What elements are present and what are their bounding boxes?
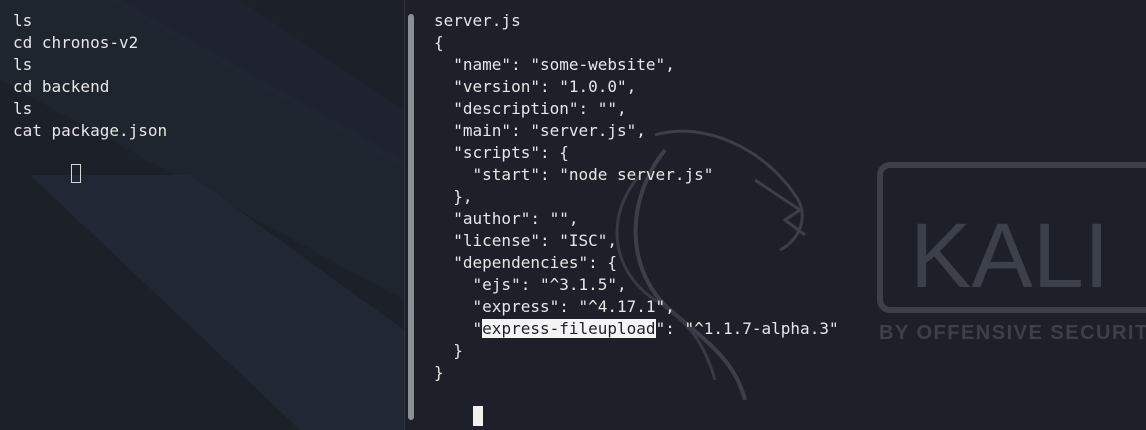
terminal-line: cd chronos-v2 [13,33,139,52]
terminal-line: "scripts": { [434,143,569,162]
terminal-cursor [70,164,81,183]
terminal-line: "main": "server.js", [434,121,646,140]
terminal-line: cd backend [13,77,110,96]
terminal-line: "author": "", [434,209,579,228]
terminal-line: } [434,341,463,360]
terminal-line: ls [13,55,33,74]
terminal-line: { [434,33,444,52]
line-suffix: ": "^1.1.7-alpha.3" [655,319,839,338]
right-pane-scrollbar[interactable] [408,14,414,420]
terminal-line: "description": "", [434,99,627,118]
terminal-line: "dependencies": { [434,253,618,272]
terminal-prompt-line[interactable] [434,384,839,426]
terminal-line: } [434,363,444,382]
terminal-line: ls [13,99,33,118]
terminal-line-with-selection: "express-fileupload": "^1.1.7-alpha.3" [434,318,839,340]
left-terminal-output: ls cd chronos-v2 ls cd backend ls cat pa… [13,10,168,183]
terminal-line: ls [13,11,33,30]
terminal-line: "start": "node server.js" [434,165,714,184]
terminal-line: cat package.json [13,121,168,140]
terminal-line: "ejs": "^3.1.5", [434,275,627,294]
left-terminal-pane[interactable]: ls cd chronos-v2 ls cd backend ls cat pa… [0,0,404,430]
terminal-line: }, [434,187,473,206]
line-prefix: " [434,319,483,338]
terminal-prompt-line[interactable] [13,142,167,183]
kali-tagline: BY OFFENSIVE SECURITY [879,322,1146,344]
terminal-line: "express": "^4.17.1", [434,297,675,316]
terminal-cursor [472,406,483,426]
right-terminal-output: server.js { "name": "some-website", "ver… [434,10,839,426]
terminal-line: "name": "some-website", [434,55,675,74]
kali-logo-text: KALI [910,205,1109,307]
terminal-line: "license": "ISC", [434,231,618,250]
terminal-line: server.js [434,11,521,30]
selected-text[interactable]: express-fileupload [482,319,656,338]
terminal-line: "version": "1.0.0", [434,77,637,96]
